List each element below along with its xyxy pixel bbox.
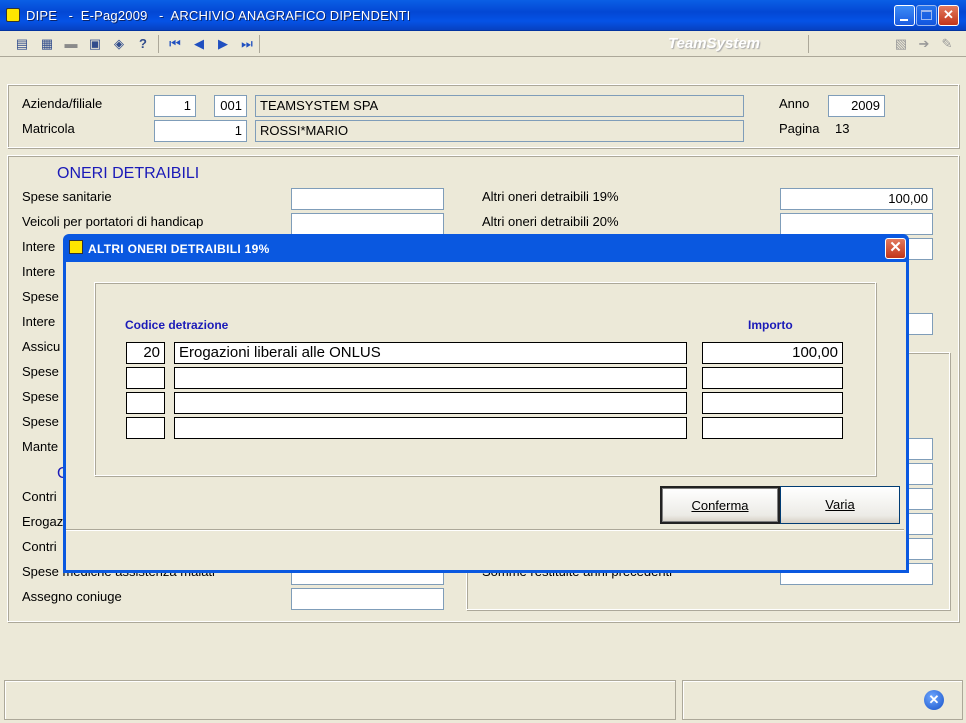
new-doc-icon[interactable]: ▧	[892, 35, 910, 53]
row-amount-field[interactable]	[702, 392, 843, 414]
erogazioni-label: Erogaz	[22, 514, 64, 529]
interessi-label: Intere	[22, 314, 56, 329]
altri-oneri-20-label: Altri oneri detraibili 20%	[482, 214, 619, 229]
status-bar-left	[4, 680, 676, 720]
assegno-coniuge-label: Assegno coniuge	[22, 589, 122, 604]
spese-label: Spese	[22, 289, 59, 304]
azienda-name-field: TEAMSYSTEM SPA	[255, 95, 744, 117]
last-record-icon[interactable]: ⏭	[238, 35, 256, 53]
azienda-label: Azienda/filiale	[22, 96, 103, 111]
window-title-bar: DIPE - E-Pag2009 - ARCHIVIO ANAGRAFICO D…	[0, 0, 966, 31]
altri-oneri-19-label: Altri oneri detraibili 19%	[482, 189, 619, 204]
veicoli-field[interactable]	[291, 213, 444, 235]
row-description-field[interactable]	[174, 392, 687, 414]
spese-sanitarie-label: Spese sanitarie	[22, 189, 112, 204]
spese-label: Spese	[22, 414, 59, 429]
settings-icon[interactable]: ▣	[86, 35, 104, 53]
azienda-code-field[interactable]: 1	[154, 95, 196, 117]
varia-button[interactable]: Varia	[780, 486, 900, 524]
spese-label: Spese	[22, 389, 59, 404]
row-code-field[interactable]	[126, 417, 165, 439]
row-amount-field[interactable]: 100,00	[702, 342, 843, 364]
row-description-field[interactable]	[174, 417, 687, 439]
contributi-label: Contri	[22, 539, 57, 554]
row-code-field[interactable]	[126, 392, 165, 414]
minimize-button[interactable]	[894, 5, 915, 26]
row-description-field[interactable]	[174, 367, 687, 389]
dialog-title: ALTRI ONERI DETRAIBILI 19%	[88, 242, 270, 256]
next-record-icon[interactable]: ▶	[214, 35, 232, 53]
folder-icon[interactable]: ▬	[62, 35, 80, 53]
section-title: ONERI DETRAIBILI	[57, 165, 200, 182]
arrow-icon[interactable]: ➔	[915, 35, 933, 53]
row-code-field[interactable]: 20	[126, 342, 165, 364]
altri-oneri-20-field[interactable]	[780, 213, 933, 235]
veicoli-label: Veicoli per portatori di handicap	[22, 214, 204, 229]
edit-icon[interactable]: ✎	[938, 35, 956, 53]
save-icon[interactable]: ▤	[13, 35, 31, 53]
assegno-coniuge-field[interactable]	[291, 588, 444, 610]
spese-sanitarie-field[interactable]	[291, 188, 444, 210]
exit-icon[interactable]: ✕	[924, 690, 944, 710]
employee-name-field: ROSSI*MARIO	[255, 120, 744, 142]
interessi-label: Intere	[22, 264, 56, 279]
filiale-code-field[interactable]: 001	[214, 95, 247, 117]
status-bar-right	[682, 680, 963, 720]
help-icon[interactable]: ?	[134, 35, 152, 53]
prev-record-icon[interactable]: ◀	[190, 35, 208, 53]
conferma-label: Conferma	[691, 498, 749, 513]
toolbar: ▤ ▦ ▬ ▣ ◈ ? ⏮ ◀ ▶ ⏭ ▧ ➔ ✎	[0, 31, 966, 57]
app-icon	[6, 8, 20, 22]
toolbar-separator	[259, 35, 260, 53]
altri-oneri-19-field[interactable]: 100,00	[780, 188, 933, 210]
interessi-label: Intere	[22, 239, 56, 254]
web-icon[interactable]: ◈	[110, 35, 128, 53]
conferma-button[interactable]: Conferma	[660, 486, 780, 524]
assicurazioni-label: Assicu	[22, 339, 61, 354]
dialog-close-button[interactable]: ✕	[885, 238, 906, 259]
codice-detrazione-header: Codice detrazione	[125, 318, 229, 332]
importo-header: Importo	[748, 318, 793, 332]
maximize-button[interactable]	[916, 5, 937, 26]
teamsystem-logo: TeamSystem	[668, 35, 760, 52]
dialog-divider	[66, 529, 904, 530]
first-record-icon[interactable]: ⏮	[166, 35, 184, 53]
dialog-app-icon	[69, 240, 83, 254]
toolbar-separator	[158, 35, 159, 53]
row-amount-field[interactable]	[702, 367, 843, 389]
toolbar-separator	[808, 35, 809, 53]
pagina-label: Pagina	[779, 121, 820, 136]
spese-label: Spese	[22, 364, 59, 379]
row-amount-field[interactable]	[702, 417, 843, 439]
print-icon[interactable]: ▦	[38, 35, 56, 53]
window-title: DIPE - E-Pag2009 - ARCHIVIO ANAGRAFICO D…	[26, 8, 411, 23]
anno-field[interactable]: 2009	[828, 95, 885, 117]
row-description-field[interactable]: Erogazioni liberali alle ONLUS	[174, 342, 687, 364]
mantenimento-label: Mante	[22, 439, 59, 454]
varia-label: Varia	[825, 497, 855, 512]
pagina-value: 13	[835, 121, 850, 136]
close-window-button[interactable]: ✕	[938, 5, 959, 26]
matricola-label: Matricola	[22, 121, 75, 136]
matricola-field[interactable]: 1	[154, 120, 247, 142]
anno-label: Anno	[779, 96, 810, 111]
row-code-field[interactable]	[126, 367, 165, 389]
contributi-label: Contri	[22, 489, 57, 504]
